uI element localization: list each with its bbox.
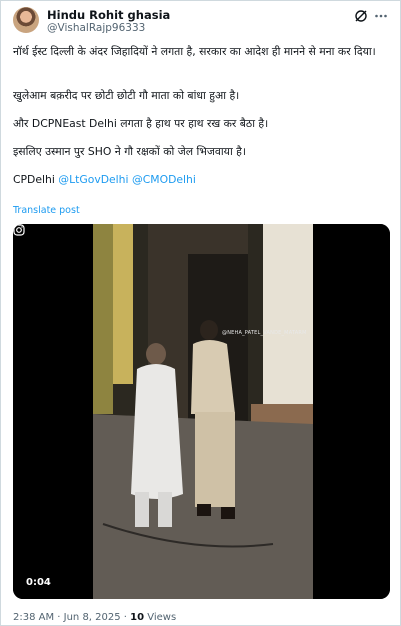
- views-label: Views: [144, 612, 177, 623]
- video-duration: 0:04: [23, 576, 54, 589]
- author-name[interactable]: Hindu Rohit ghasia: [47, 8, 170, 22]
- mention-cmodelhi[interactable]: @CMODelhi: [132, 173, 196, 186]
- instagram-icon: [13, 224, 25, 236]
- tweet-meta: 2:38 AM · Jun 8, 2025 · 10 Views: [13, 612, 176, 623]
- mention-ltgovdelhi[interactable]: @LtGovDelhi: [58, 173, 128, 186]
- mention-cpdelhi[interactable]: CPDelhi: [13, 173, 55, 186]
- more-dots-icon[interactable]: [374, 9, 388, 23]
- tweet-timestamp[interactable]: 2:38 AM · Jun 8, 2025 ·: [13, 612, 130, 623]
- tweet-paragraph: और DCPNEast Delhi लगता है हाथ पर हाथ रख …: [13, 117, 269, 130]
- video-frame: [13, 224, 390, 599]
- tweet-card: Hindu Rohit ghasia @VishalRajp96333 नॉर्…: [0, 0, 401, 626]
- avatar[interactable]: [13, 7, 39, 33]
- translate-post-link[interactable]: Translate post: [13, 205, 80, 216]
- tweet-paragraph: इसलिए उस्मान पुर SHO ने गौ रक्षकों को जे…: [13, 145, 247, 158]
- video-watermark: @NEHA_PATEL_VANDE_MATARM: [222, 330, 307, 336]
- grok-slash-icon[interactable]: [354, 9, 368, 23]
- views-count: 10: [130, 612, 145, 623]
- mentions-line: CPDelhi @LtGovDelhi @CMODelhi: [13, 172, 388, 188]
- tweet-paragraph: नॉर्थ ईस्ट दिल्ली के अंदर जिहादियों ने ल…: [13, 45, 376, 58]
- author-handle[interactable]: @VishalRajp96333: [47, 22, 145, 34]
- tweet-header: Hindu Rohit ghasia @VishalRajp96333: [13, 7, 390, 37]
- video-player[interactable]: @NEHA_PATEL_VANDE_MATARM 0:04: [13, 224, 390, 599]
- tweet-paragraph: खुलेआम बक़रीद पर छोटी छोटी गौ माता को बा…: [13, 89, 240, 102]
- tweet-text: नॉर्थ ईस्ट दिल्ली के अंदर जिहादियों ने ल…: [13, 44, 388, 188]
